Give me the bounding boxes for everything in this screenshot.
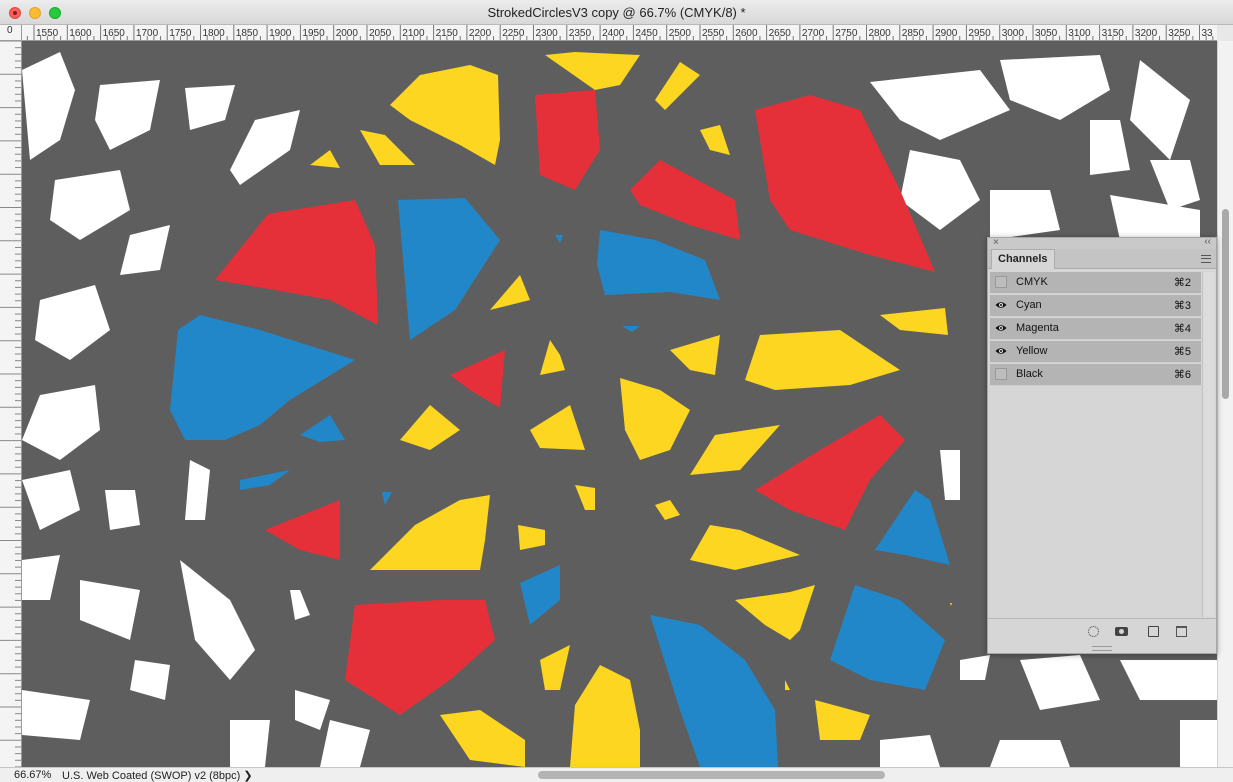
visibility-toggle[interactable] <box>995 368 1007 380</box>
channel-shortcut: ⌘2 <box>1173 277 1191 289</box>
panel-collapse-icon[interactable]: ‹‹ <box>1204 236 1211 247</box>
ruler-label: 2650 <box>769 28 792 39</box>
ruler-label: 3050 <box>1035 28 1058 39</box>
ruler-label: 1800 <box>203 28 226 39</box>
status-bar: 66.67% U.S. Web Coated (SWOP) v2 (8bpc) … <box>0 767 1233 782</box>
zoom-level[interactable]: 66.67% <box>14 769 51 781</box>
panel-footer <box>988 618 1216 644</box>
ruler-origin-label: 0 <box>7 25 13 36</box>
channels-panel: × ‹‹ Channels CMYK ⌘2 Cyan ⌘3 Magenta ⌘4 <box>987 236 1217 654</box>
ruler-label: 2500 <box>669 28 692 39</box>
panel-close-icon[interactable]: × <box>993 237 999 248</box>
ruler-label: 2600 <box>735 28 758 39</box>
ruler-label: 2000 <box>336 28 359 39</box>
panel-tabs: Channels <box>988 249 1216 269</box>
ruler-label: 33 <box>1202 28 1214 39</box>
channel-name: CMYK <box>1016 276 1048 288</box>
ruler-label: 2050 <box>369 28 392 39</box>
ruler-label: 2800 <box>869 28 892 39</box>
ruler-label: 1650 <box>103 28 126 39</box>
ruler-label: 2450 <box>635 28 658 39</box>
ruler-label: 1900 <box>269 28 292 39</box>
ruler-label: 2100 <box>402 28 425 39</box>
ruler-label: 3200 <box>1135 28 1158 39</box>
ruler-label: 2300 <box>536 28 559 39</box>
horizontal-scroll-thumb[interactable] <box>538 771 885 779</box>
save-selection-icon[interactable] <box>1115 627 1128 636</box>
ruler-label: 1600 <box>69 28 92 39</box>
channel-shortcut: ⌘5 <box>1173 346 1191 358</box>
visibility-toggle[interactable] <box>995 276 1007 288</box>
ruler-label: 2150 <box>436 28 459 39</box>
window-title: StrokedCirclesV3 copy @ 66.7% (CMYK/8) * <box>487 5 746 20</box>
ruler-label: 2350 <box>569 28 592 39</box>
ruler-origin[interactable]: 0 <box>0 25 22 41</box>
ruler-label: 1700 <box>136 28 159 39</box>
ruler-label: 2750 <box>835 28 858 39</box>
channel-row-cmyk[interactable]: CMYK ⌘2 <box>990 272 1201 294</box>
ruler-label: 2550 <box>702 28 725 39</box>
ruler-label: 3250 <box>1168 28 1191 39</box>
channel-row-yellow[interactable]: Yellow ⌘5 <box>990 341 1201 363</box>
ruler-label: 2850 <box>902 28 925 39</box>
ruler-label: 2950 <box>968 28 991 39</box>
channel-shortcut: ⌘6 <box>1173 369 1191 381</box>
document-profile[interactable]: U.S. Web Coated (SWOP) v2 (8bpc) ❯ <box>62 769 253 782</box>
channel-name: Cyan <box>1016 299 1042 311</box>
ruler-label: 3000 <box>1002 28 1025 39</box>
eye-icon[interactable] <box>995 345 1007 357</box>
horizontal-ruler[interactable]: 1550 1600 1650 1700 1750 1800 1850 1900 1950 2000… <box>22 25 1217 41</box>
ruler-label: 2900 <box>935 28 958 39</box>
ruler-label: 3150 <box>1102 28 1125 39</box>
channel-list: CMYK ⌘2 Cyan ⌘3 Magenta ⌘4 Yellow ⌘5 Bla… <box>990 272 1201 617</box>
channel-row-cyan[interactable]: Cyan ⌘3 <box>990 295 1201 317</box>
channel-list-scrollbar[interactable] <box>1202 272 1214 617</box>
channel-row-black[interactable]: Black ⌘6 <box>990 364 1201 386</box>
channel-shortcut: ⌘3 <box>1173 300 1191 312</box>
channel-name: Yellow <box>1016 345 1048 357</box>
new-channel-icon[interactable] <box>1148 626 1159 637</box>
load-selection-icon[interactable] <box>1088 626 1099 637</box>
ruler-label: 2700 <box>802 28 825 39</box>
channel-name: Black <box>1016 368 1043 380</box>
vertical-scroll-thumb[interactable] <box>1222 209 1229 399</box>
vertical-ruler[interactable] <box>0 41 22 767</box>
ruler-label: 1850 <box>236 28 259 39</box>
panel-resize-grip[interactable] <box>1092 646 1112 651</box>
ruler-label: 2200 <box>469 28 492 39</box>
eye-icon[interactable] <box>995 299 1007 311</box>
channel-row-magenta[interactable]: Magenta ⌘4 <box>990 318 1201 340</box>
ruler-label: 3100 <box>1068 28 1091 39</box>
channel-name: Magenta <box>1016 322 1059 334</box>
ruler-label: 1750 <box>169 28 192 39</box>
eye-icon[interactable] <box>995 322 1007 334</box>
ruler-label: 2400 <box>602 28 625 39</box>
ruler-label: 1550 <box>36 28 59 39</box>
chevron-right-icon: ❯ <box>243 770 253 782</box>
vertical-scrollbar[interactable] <box>1217 41 1233 767</box>
ruler-label: 2250 <box>502 28 525 39</box>
channel-shortcut: ⌘4 <box>1173 323 1191 335</box>
ruler-label: 1950 <box>302 28 325 39</box>
panel-menu-icon[interactable] <box>1201 255 1211 263</box>
trash-icon[interactable] <box>1176 626 1187 637</box>
profile-text: U.S. Web Coated (SWOP) v2 (8bpc) <box>62 770 241 782</box>
panel-header[interactable]: × ‹‹ <box>988 236 1216 249</box>
tab-channels[interactable]: Channels <box>991 249 1055 269</box>
title-bar: StrokedCirclesV3 copy @ 66.7% (CMYK/8) * <box>0 0 1233 25</box>
